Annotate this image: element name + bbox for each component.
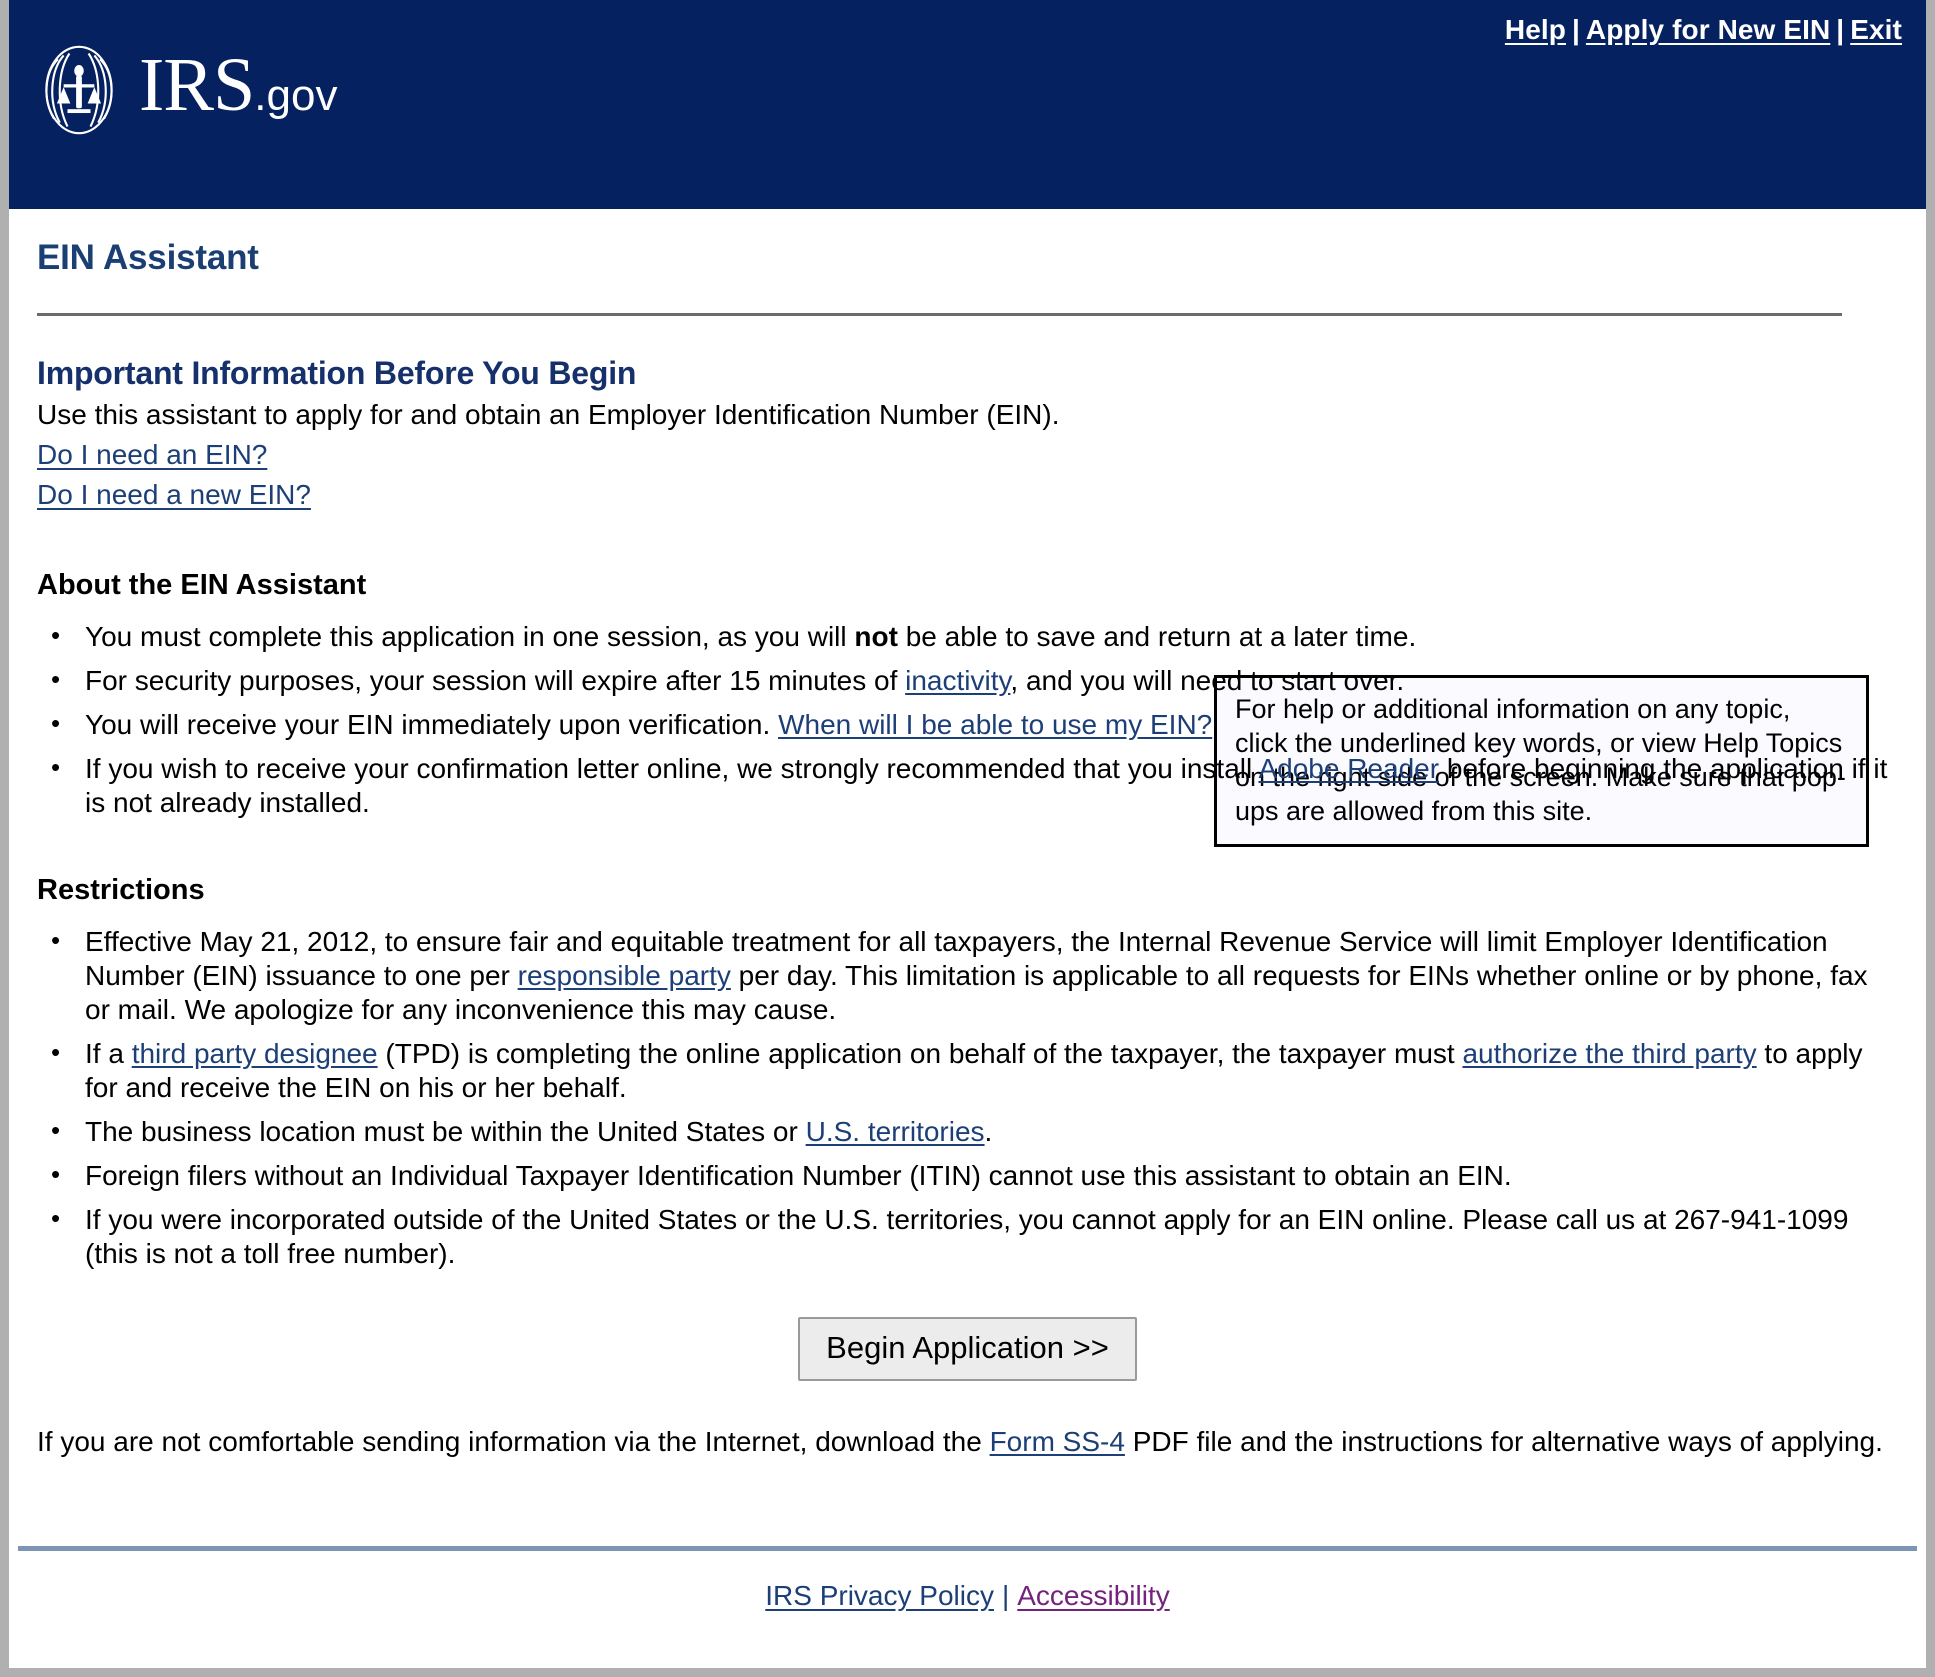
authorize-third-party-link[interactable]: authorize the third party — [1462, 1038, 1756, 1069]
important-info-heading: Important Information Before You Begin — [37, 355, 637, 391]
page-title: EIN Assistant — [37, 238, 259, 277]
list-item: Foreign filers without an Individual Tax… — [37, 1157, 1898, 1193]
adobe-reader-link[interactable]: Adobe Reader — [1258, 753, 1439, 784]
application-page: Help | Apply for New EIN | Exit IRS.gov … — [0, 0, 1935, 1677]
nav-separator-2: | — [1836, 14, 1845, 45]
third-party-designee-link[interactable]: third party designee — [132, 1038, 378, 1069]
irs-wordmark-gov: .gov — [254, 70, 338, 120]
do-i-need-an-ein-link[interactable]: Do I need an EIN? — [37, 438, 267, 472]
us-territories-link[interactable]: U.S. territories — [806, 1116, 985, 1147]
irs-wordmark: IRS.gov — [139, 47, 337, 134]
footer-divider — [18, 1546, 1917, 1551]
about-b2-pre: For security purposes, your session will… — [85, 665, 906, 696]
nav-apply-new-ein-link[interactable]: Apply for New EIN — [1586, 14, 1830, 45]
nav-exit-link[interactable]: Exit — [1850, 14, 1902, 45]
list-item: If a third party designee (TPD) is compl… — [37, 1035, 1898, 1105]
restriction-2-mid: (TPD) is completing the online applicati… — [377, 1038, 1463, 1069]
closing-paragraph: If you are not comfortable sending infor… — [37, 1423, 1898, 1460]
restrictions-bullet-list: Effective May 21, 2012, to ensure fair a… — [37, 923, 1898, 1271]
list-item: You must complete this application in on… — [37, 618, 1898, 654]
responsible-party-link[interactable]: responsible party — [518, 960, 731, 991]
inactivity-link[interactable]: inactivity — [905, 665, 1010, 696]
main-content: EIN Assistant Important Information Befo… — [9, 238, 1926, 1460]
about-b1-pre: You must complete this application in on… — [85, 621, 855, 652]
closing-post: PDF file and the instructions for altern… — [1124, 1426, 1883, 1457]
restriction-2-pre: If a — [85, 1038, 132, 1069]
form-ss4-link[interactable]: Form SS-4 — [990, 1426, 1125, 1457]
begin-application-button[interactable]: Begin Application >> — [798, 1317, 1137, 1381]
site-header: Help | Apply for New EIN | Exit IRS.gov — [9, 0, 1926, 209]
about-b4-pre: If you wish to receive your confirmation… — [85, 753, 1259, 784]
about-bullet-list: You must complete this application in on… — [37, 618, 1898, 820]
restrictions-heading: Restrictions — [37, 874, 205, 906]
do-i-need-a-new-ein-link[interactable]: Do I need a new EIN? — [37, 478, 311, 512]
list-item: You will receive your EIN immediately up… — [37, 706, 1898, 742]
irs-eagle-seal-icon — [45, 45, 113, 135]
list-item: If you wish to receive your confirmation… — [37, 750, 1898, 820]
accessibility-link[interactable]: Accessibility — [1017, 1580, 1169, 1611]
about-b2-post: , and you will need to start over. — [1010, 665, 1405, 696]
closing-pre: If you are not comfortable sending infor… — [37, 1426, 990, 1457]
list-item: If you were incorporated outside of the … — [37, 1201, 1898, 1271]
begin-application-row: Begin Application >> — [37, 1317, 1898, 1381]
list-item: Effective May 21, 2012, to ensure fair a… — [37, 923, 1898, 1027]
irs-wordmark-text: IRS — [139, 42, 255, 127]
about-heading: About the EIN Assistant — [37, 569, 367, 601]
nav-help-link[interactable]: Help — [1505, 14, 1566, 45]
site-footer: IRS Privacy Policy | Accessibility — [9, 1580, 1926, 1612]
header-nav: Help | Apply for New EIN | Exit — [1505, 14, 1902, 46]
about-b1-post: be able to save and return at a later ti… — [897, 621, 1417, 652]
intro-lead-text: Use this assistant to apply for and obta… — [37, 399, 1060, 430]
irs-logo[interactable]: IRS.gov — [31, 42, 337, 138]
nav-separator-1: | — [1571, 14, 1580, 45]
about-b3-pre: You will receive your EIN immediately up… — [85, 709, 779, 740]
about-b1-bold: not — [854, 621, 898, 652]
footer-separator: | — [1001, 1580, 1010, 1611]
restriction-3-pre: The business location must be within the… — [85, 1116, 806, 1147]
restriction-3-post: . — [984, 1116, 993, 1147]
list-item: For security purposes, your session will… — [37, 662, 1898, 698]
title-divider — [37, 313, 1842, 316]
list-item: The business location must be within the… — [37, 1113, 1898, 1149]
when-use-ein-link[interactable]: When will I be able to use my EIN? — [778, 709, 1212, 740]
irs-privacy-policy-link[interactable]: IRS Privacy Policy — [765, 1580, 994, 1611]
